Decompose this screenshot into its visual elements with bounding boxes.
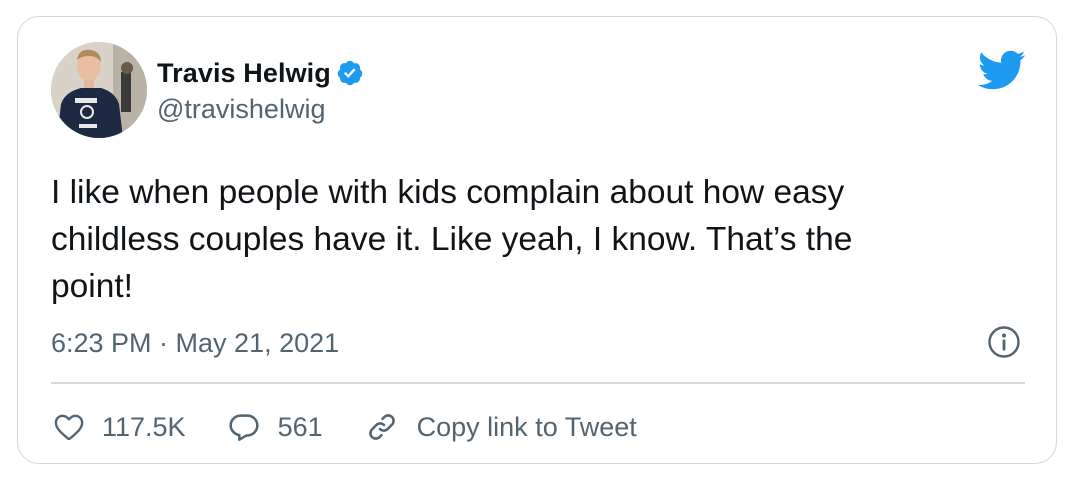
divider <box>51 382 1025 384</box>
reply-count: 561 <box>277 411 323 442</box>
tweet-timestamp[interactable]: 6:23 PM · May 21, 2021 <box>51 328 339 359</box>
tweet-card: Travis Helwig @travishelwig I like when … <box>17 16 1057 464</box>
action-bar: 117.5K 561 Copy link to Tweet <box>54 405 679 449</box>
verified-badge-icon <box>336 59 364 87</box>
twitter-bird-icon[interactable] <box>976 49 1026 91</box>
reply-button[interactable]: 561 <box>228 412 323 443</box>
author-handle[interactable]: @travishelwig <box>157 94 364 125</box>
tweet-text-line: I like when people with kids complain ab… <box>51 174 845 211</box>
copy-link-button[interactable]: Copy link to Tweet <box>365 411 637 443</box>
tweet-text-line: point! <box>51 268 133 305</box>
heart-icon <box>54 414 84 441</box>
reply-bubble-icon <box>228 414 259 441</box>
author-block: Travis Helwig @travishelwig <box>157 56 364 125</box>
tweet-text: I like when people with kids complain ab… <box>51 169 1011 310</box>
tweet-text-line: childless couples have it. Like yeah, I … <box>51 221 853 258</box>
info-icon[interactable] <box>987 325 1021 359</box>
author-name[interactable]: Travis Helwig <box>157 58 331 89</box>
copy-link-label: Copy link to Tweet <box>416 411 637 442</box>
like-button[interactable]: 117.5K <box>54 412 186 443</box>
avatar[interactable] <box>51 42 147 138</box>
link-icon <box>368 414 395 440</box>
name-row: Travis Helwig <box>157 56 364 90</box>
like-count: 117.5K <box>102 411 186 442</box>
avatar-photo <box>51 42 147 138</box>
